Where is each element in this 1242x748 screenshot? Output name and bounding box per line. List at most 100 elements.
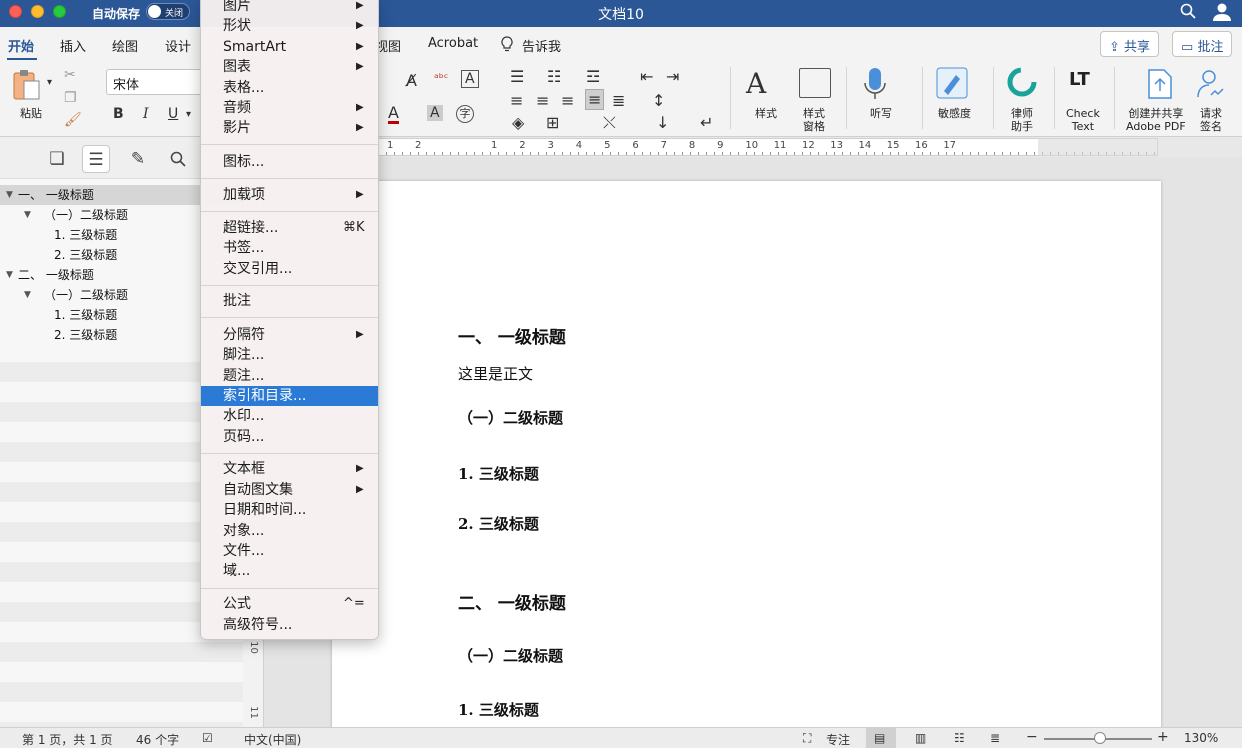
heading-2[interactable]: （一）二级标题 — [458, 407, 563, 428]
menu-item-date-time[interactable]: 日期和时间... — [201, 500, 378, 520]
focus-icon[interactable]: ⛶ — [803, 731, 811, 746]
sensitivity-icon[interactable] — [936, 67, 968, 103]
word-count[interactable]: 46 个字 — [136, 731, 179, 748]
format-painter-icon[interactable]: 🖌 — [64, 112, 82, 128]
menu-item-equation[interactable]: 公式 ^= — [201, 594, 378, 614]
chevron-down-icon[interactable]: ▾ — [186, 109, 191, 120]
page-count[interactable]: 第 1 页，共 1 页 — [22, 731, 113, 748]
share-button[interactable]: ⇪ 共享 — [1100, 31, 1160, 57]
search-icon[interactable] — [164, 145, 192, 173]
heading-2[interactable]: （一）二级标题 — [458, 645, 563, 666]
enclose-character-icon[interactable]: 字 — [456, 105, 474, 123]
web-layout-icon[interactable]: ▥ — [915, 731, 926, 745]
copy-icon[interactable]: ❐ — [64, 90, 77, 106]
character-border-icon[interactable]: A — [461, 70, 479, 88]
tab-design[interactable]: 设计 — [165, 36, 191, 55]
bullets-icon[interactable]: ☰ — [510, 67, 524, 86]
line-spacing-icon[interactable]: ↕ — [652, 91, 665, 110]
menu-item-chart[interactable]: 图表 ▶ — [201, 57, 378, 77]
menu-item-field[interactable]: 域... — [201, 561, 378, 581]
menu-item-watermark[interactable]: 水印... — [201, 406, 378, 426]
menu-item-object[interactable]: 对象... — [201, 521, 378, 541]
create-pdf-icon[interactable] — [1147, 69, 1173, 103]
styles-pane-icon[interactable] — [799, 68, 831, 98]
menu-item-movie[interactable]: 影片 ▶ — [201, 118, 378, 138]
styles-icon[interactable]: A — [746, 67, 766, 100]
lawyer-assistant-icon[interactable] — [1007, 67, 1037, 101]
heading-1[interactable]: 一、 一级标题 — [458, 323, 566, 348]
tell-me-search[interactable]: 告诉我 — [522, 36, 561, 55]
body-paragraph[interactable]: 这里是正文 — [458, 363, 533, 384]
menu-item-cross-reference[interactable]: 交叉引用... — [201, 259, 378, 279]
cut-icon[interactable]: ✂ — [64, 67, 76, 83]
heading-3[interactable]: 2. 三级标题 — [458, 513, 539, 534]
decrease-indent-icon[interactable]: ⇤ — [640, 67, 653, 86]
focus-label[interactable]: 专注 — [826, 731, 850, 748]
align-center-icon[interactable]: ≡ — [536, 91, 549, 110]
menu-item-break[interactable]: 分隔符 ▶ — [201, 325, 378, 345]
underline-button[interactable]: U — [168, 106, 178, 122]
menu-item-bookmark[interactable]: 书签... — [201, 238, 378, 258]
heading-3[interactable]: 1. 三级标题 — [458, 463, 539, 484]
menu-item-smartart[interactable]: SmartArt ▶ — [201, 37, 378, 57]
proofing-icon[interactable]: ☑ — [202, 731, 213, 745]
outline-list-icon[interactable]: ☰ — [82, 145, 110, 173]
document-canvas[interactable]: 一、 一级标题 这里是正文 （一）二级标题 1. 三级标题 2. 三级标题 二、… — [264, 157, 1242, 727]
menu-item-advanced-symbol[interactable]: 高级符号... — [201, 615, 378, 635]
multilevel-list-icon[interactable]: ☲ — [586, 67, 600, 86]
thumbnails-icon[interactable]: ❏ — [43, 145, 71, 173]
menu-item-audio[interactable]: 音频 ▶ — [201, 98, 378, 118]
tab-acrobat[interactable]: Acrobat — [428, 36, 478, 51]
menu-item-autotext[interactable]: 自动图文集 ▶ — [201, 480, 378, 500]
show-marks-icon[interactable]: ↵ — [700, 113, 713, 132]
disclosure-triangle-icon[interactable]: ▼ — [24, 285, 31, 305]
tab-home[interactable]: 开始 — [8, 36, 34, 55]
clipboard-icon[interactable] — [12, 69, 42, 105]
menu-item-table[interactable]: 表格... — [201, 78, 378, 98]
language-indicator[interactable]: 中文(中国) — [244, 731, 301, 748]
menu-item-file[interactable]: 文件... — [201, 541, 378, 561]
italic-button[interactable]: I — [143, 106, 149, 122]
bold-button[interactable]: B — [113, 106, 124, 122]
font-color-icon[interactable]: A — [388, 105, 399, 124]
microphone-icon[interactable] — [864, 67, 886, 105]
distributed-icon[interactable]: ≣ — [612, 91, 625, 110]
draft-view-icon[interactable]: ≣ — [990, 731, 1000, 745]
menu-item-footnote[interactable]: 脚注... — [201, 345, 378, 365]
reviewing-pane-icon[interactable]: ✎ — [124, 145, 152, 173]
font-name-field[interactable]: 宋体 — [106, 69, 202, 95]
chevron-down-icon[interactable]: ▾ — [47, 77, 52, 88]
menu-item-addins[interactable]: 加载项 ▶ — [201, 185, 378, 205]
menu-item-hyperlink[interactable]: 超链接... ⌘K — [201, 218, 378, 238]
outline-view-icon[interactable]: ☷ — [954, 731, 965, 745]
increase-indent-icon[interactable]: ⇥ — [666, 67, 679, 86]
menu-item-page-numbers[interactable]: 页码... — [201, 427, 378, 447]
align-right-icon[interactable]: ≡ — [561, 91, 574, 110]
sort-icon[interactable]: ↓ — [656, 113, 669, 132]
menu-item-text-box[interactable]: 文本框 ▶ — [201, 459, 378, 479]
request-signature-icon[interactable] — [1196, 69, 1226, 103]
heading-3[interactable]: 1. 三级标题 — [458, 699, 539, 720]
borders-icon[interactable]: ⊞ — [546, 113, 559, 132]
numbering-icon[interactable]: ☷ — [547, 67, 561, 86]
tab-draw[interactable]: 绘图 — [112, 36, 138, 55]
zoom-level[interactable]: 130% — [1184, 731, 1218, 745]
align-left-icon[interactable]: ≡ — [510, 91, 523, 110]
heading-1[interactable]: 二、 一级标题 — [458, 589, 566, 614]
shading-icon[interactable]: ◈ — [512, 113, 524, 132]
justify-icon[interactable]: ≡ — [585, 89, 605, 110]
zoom-slider-handle[interactable] — [1094, 732, 1106, 744]
languagetool-icon[interactable]: LT — [1069, 69, 1090, 90]
zoom-out-button[interactable]: − — [1026, 729, 1038, 745]
text-direction-icon[interactable]: ⤬ — [603, 113, 616, 133]
character-shading-icon[interactable]: A — [427, 105, 443, 121]
menu-item-comment[interactable]: 批注 — [201, 291, 378, 311]
disclosure-triangle-icon[interactable]: ▼ — [6, 265, 13, 285]
zoom-in-button[interactable]: + — [1157, 729, 1169, 745]
phonetic-guide-icon[interactable]: ᵃᵇᶜ — [434, 71, 448, 85]
tab-insert[interactable]: 插入 — [60, 36, 86, 55]
menu-item-picture[interactable]: 图片 ▶ — [201, 0, 378, 16]
menu-item-icons[interactable]: 图标... — [201, 152, 378, 172]
search-icon[interactable] — [1180, 3, 1196, 23]
comments-button[interactable]: ▭ 批注 — [1172, 31, 1233, 57]
